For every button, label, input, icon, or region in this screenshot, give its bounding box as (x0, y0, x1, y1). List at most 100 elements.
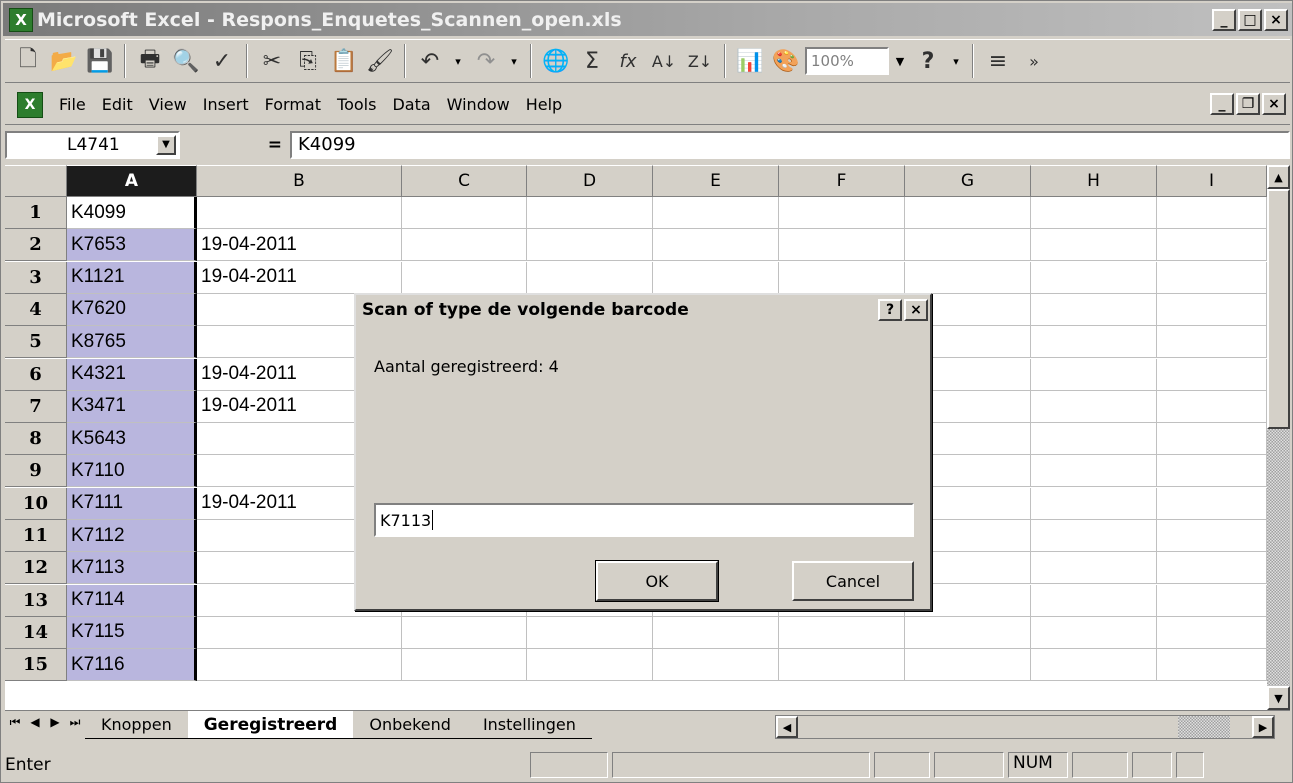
menu-insert[interactable]: Insert (195, 95, 257, 114)
cell-a[interactable]: K4321 (67, 358, 197, 391)
maximize-button[interactable]: □ (1238, 8, 1262, 31)
cell[interactable] (1031, 487, 1157, 520)
cell[interactable] (653, 616, 779, 649)
cell[interactable] (653, 261, 779, 294)
cell[interactable] (1157, 520, 1267, 552)
cell[interactable] (779, 229, 905, 262)
menu-window[interactable]: Window (439, 95, 518, 114)
print-preview-icon[interactable]: 🔍 (169, 43, 203, 79)
scroll-right-icon[interactable]: ▶ (1252, 716, 1274, 738)
cell[interactable] (1157, 455, 1267, 488)
cell-b[interactable]: 19-04-2011 (197, 261, 402, 294)
row-header[interactable]: 3 (5, 261, 67, 294)
toolbar-options-icon[interactable]: » (1017, 43, 1051, 79)
column-header-g[interactable]: G (905, 165, 1031, 197)
excel-app-icon[interactable]: X (9, 7, 33, 32)
cell[interactable] (1157, 616, 1267, 649)
sheet-tab-onbekend[interactable]: Onbekend (353, 711, 467, 739)
ok-button[interactable]: OK (595, 560, 719, 602)
barcode-input[interactable]: K7113 (374, 503, 914, 537)
cell-a[interactable]: K7115 (67, 616, 197, 649)
paste-icon[interactable]: 📋 (327, 43, 361, 79)
cell[interactable] (402, 229, 527, 262)
redo-dropdown-icon[interactable]: ▾ (505, 47, 523, 75)
cell[interactable] (1031, 552, 1157, 585)
first-sheet-icon[interactable]: ⏮ (5, 711, 25, 733)
cell-a[interactable]: K5643 (67, 423, 197, 456)
column-header-e[interactable]: E (653, 165, 779, 197)
cell[interactable] (527, 616, 653, 649)
cell[interactable] (1031, 197, 1157, 229)
name-box[interactable]: L4741 ▼ (5, 130, 180, 159)
cell[interactable] (779, 197, 905, 229)
cell-a[interactable]: K7653 (67, 229, 197, 262)
horizontal-scrollbar[interactable]: ◀ ▶ (775, 715, 1275, 739)
cell[interactable] (653, 229, 779, 262)
sheet-tab-knoppen[interactable]: Knoppen (85, 711, 188, 739)
cell[interactable] (905, 197, 1031, 229)
spelling-icon[interactable]: ✓ (205, 43, 239, 79)
cell-a[interactable]: K7116 (67, 649, 197, 682)
select-all-corner[interactable] (5, 165, 67, 197)
menu-format[interactable]: Format (257, 95, 329, 114)
row-header[interactable]: 2 (5, 229, 67, 262)
column-header-b[interactable]: B (197, 165, 402, 197)
cell[interactable] (1031, 326, 1157, 359)
column-header-d[interactable]: D (527, 165, 653, 197)
chart-wizard-icon[interactable]: 📊 (733, 43, 767, 79)
cell-a[interactable]: K7620 (67, 293, 197, 326)
dialog-close-button[interactable]: × (904, 299, 928, 321)
cell[interactable] (779, 649, 905, 682)
cell[interactable] (402, 261, 527, 294)
cell[interactable] (1157, 390, 1267, 423)
cell[interactable] (653, 197, 779, 229)
cell-b[interactable] (197, 616, 402, 649)
scroll-thumb[interactable] (1267, 189, 1290, 429)
cell[interactable] (905, 616, 1031, 649)
cell[interactable] (527, 649, 653, 682)
dialog-title-bar[interactable]: Scan of type de volgende barcode ? × (356, 295, 930, 325)
cell-a[interactable]: K7112 (67, 520, 197, 552)
last-sheet-icon[interactable]: ⏭ (65, 711, 85, 733)
autosum-icon[interactable]: Σ (575, 43, 609, 79)
scroll-left-icon[interactable]: ◀ (776, 716, 798, 738)
undo-dropdown-icon[interactable]: ▾ (449, 47, 467, 75)
cell-a[interactable]: K7113 (67, 552, 197, 585)
cell-a[interactable]: K7111 (67, 487, 197, 520)
cell[interactable] (1031, 261, 1157, 294)
cell-a[interactable]: K4099 (67, 197, 197, 229)
cell[interactable] (1031, 358, 1157, 391)
cut-icon[interactable]: ✂ (255, 43, 289, 79)
workbook-icon[interactable]: X (17, 91, 43, 118)
column-header-a[interactable]: A (67, 165, 197, 197)
cell[interactable] (653, 649, 779, 682)
cell[interactable] (1031, 584, 1157, 617)
hyperlink-icon[interactable]: 🌐 (539, 43, 573, 79)
workbook-restore-button[interactable]: ❐ (1236, 93, 1260, 115)
cell[interactable] (402, 649, 527, 682)
open-icon[interactable]: 📂 (47, 43, 81, 79)
cell[interactable] (527, 197, 653, 229)
row-header[interactable]: 8 (5, 423, 67, 456)
cell[interactable] (1157, 261, 1267, 294)
cell[interactable] (905, 229, 1031, 262)
cell[interactable] (905, 649, 1031, 682)
cell-b[interactable]: 19-04-2011 (197, 229, 402, 262)
cell-b[interactable] (197, 649, 402, 682)
row-header[interactable]: 9 (5, 455, 67, 488)
zoom-box[interactable]: 100% (805, 47, 889, 75)
cell[interactable] (402, 197, 527, 229)
undo-icon[interactable]: ↶ (413, 43, 447, 79)
workbook-close-button[interactable]: × (1262, 93, 1286, 115)
column-header-h[interactable]: H (1031, 165, 1157, 197)
sort-descending-icon[interactable]: Z↓ (683, 43, 717, 79)
cell-a[interactable]: K8765 (67, 326, 197, 359)
cell-a[interactable]: K7114 (67, 584, 197, 617)
hscroll-track[interactable] (1178, 716, 1230, 738)
formula-input[interactable]: K4099 (290, 130, 1290, 159)
print-icon[interactable]: 🖶 (133, 43, 167, 79)
cell[interactable] (1157, 358, 1267, 391)
save-icon[interactable]: 💾 (83, 43, 117, 79)
cell[interactable] (1157, 293, 1267, 326)
row-header[interactable]: 13 (5, 584, 67, 617)
